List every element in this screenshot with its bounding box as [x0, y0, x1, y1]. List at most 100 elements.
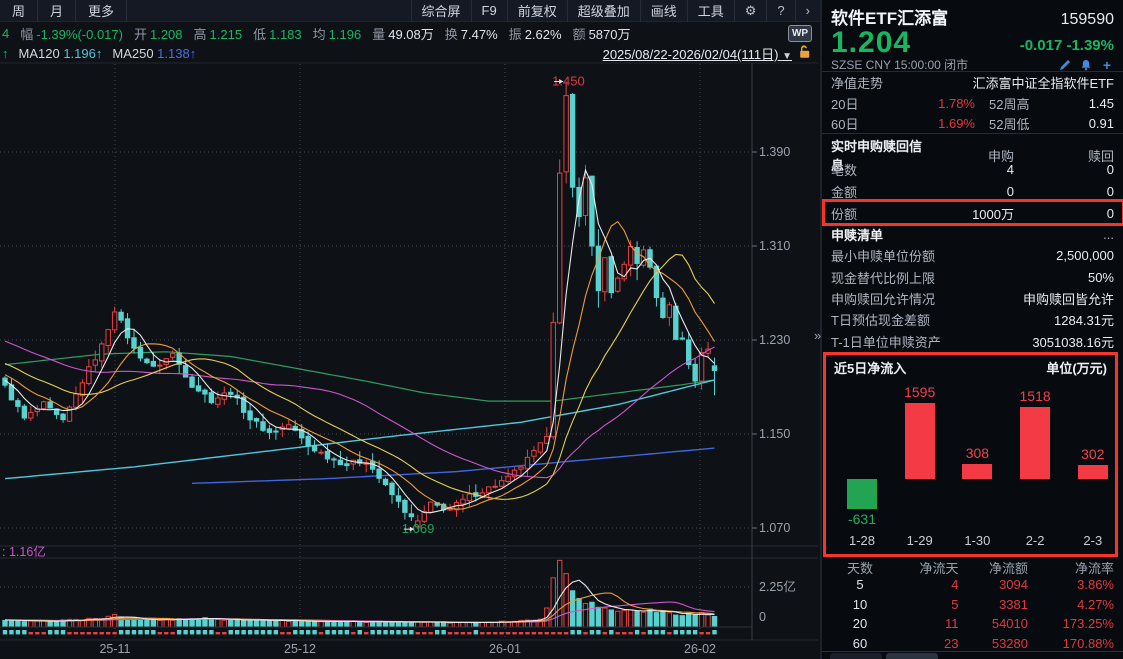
flow-cell: 3381 [959, 597, 1029, 612]
flow-cell: 60 [831, 636, 889, 651]
flow-cell: 3094 [959, 577, 1029, 592]
rt-label: 笔数 [831, 160, 922, 179]
nav-label: 20日 [831, 94, 883, 113]
help-icon[interactable]: ? [766, 0, 794, 22]
candlestick-chart[interactable]: 1.3901.3101.2301.1501.0702.25亿025-1125-1… [0, 62, 820, 659]
tab-月[interactable]: 月 [38, 0, 76, 22]
edit-icon[interactable] [1058, 58, 1072, 71]
rt-label: 份额 [831, 204, 922, 223]
list-row: 现金替代比例上限50% [822, 267, 1123, 288]
flow-table-section: 天数净流天净流额净流率 5430943.86%10533814.27%20115… [822, 558, 1123, 653]
flow-table-row: 201154010173.25% [822, 614, 1123, 634]
stock-detail-panel: » 软件ETF汇添富 159590 1.204 -0.017 -1.39% SZ… [820, 0, 1123, 659]
stat-低: 低1.183 [253, 24, 302, 43]
flow-cell: 4.27% [1028, 597, 1114, 612]
bottom-tab-partial[interactable] [830, 653, 882, 659]
flow-header: 净流率 [1028, 558, 1114, 577]
stat-量: 量49.08万 [372, 24, 434, 43]
tab-更多[interactable]: 更多 [76, 0, 127, 22]
stat-振: 振2.62% [509, 24, 562, 43]
rt-label: 金额 [831, 182, 922, 201]
flow-cell: 53280 [959, 636, 1029, 651]
gear-icon[interactable]: ⚙ [734, 0, 767, 22]
realtime-row-笔数: 笔数40 [822, 158, 1123, 180]
stat-换: 换7.47% [445, 24, 498, 43]
nav-label: 60日 [831, 114, 883, 133]
menu-item-综合屏[interactable]: 综合屏 [411, 0, 471, 22]
rt-subscribe-value: 0 [922, 184, 1014, 199]
list-row: 申购赎回允许情况申购赎回皆允许 [822, 288, 1123, 309]
more-ellipsis[interactable]: ... [1103, 227, 1114, 242]
menu-item-画线[interactable]: 画线 [640, 0, 687, 22]
flow-cell: 10 [831, 597, 889, 612]
inflow-bar [1020, 407, 1050, 479]
rt-subscribe-value: 1000万 [922, 204, 1014, 223]
stat-label: 低 [253, 27, 266, 42]
inflow-date: 1-30 [948, 533, 1006, 548]
list-value: 2,500,000 [1056, 248, 1114, 263]
stat-label: 振 [509, 27, 522, 42]
nav-value: 1.78% [883, 96, 975, 111]
stat-均: 均1.196 [313, 24, 362, 43]
period-toolbar: 周月更多 综合屏F9前复权超级叠加画线工具⚙?› [0, 0, 820, 22]
unlock-icon[interactable] [798, 44, 812, 64]
inflow-date: 2-3 [1064, 533, 1122, 548]
bell-icon[interactable] [1079, 58, 1093, 71]
bottom-tab-partial[interactable] [886, 653, 938, 659]
ma-label: MA120 [19, 46, 64, 61]
inflow-date: 2-2 [1006, 533, 1064, 548]
svg-text:25-11: 25-11 [99, 642, 130, 656]
list-label: T日预估现金差额 [831, 310, 930, 329]
menu-item-工具[interactable]: 工具 [687, 0, 734, 22]
partial-ma-arrow: ↑ [2, 46, 9, 61]
list-rows: 最小申赎单位份额2,500,000现金替代比例上限50%申购赎回允许情况申购赎回… [822, 245, 1123, 351]
toolbar-spacer [127, 0, 410, 22]
flow-table-row: 10533814.27% [822, 595, 1123, 615]
flow-cell: 5 [831, 577, 889, 592]
list-value: 3051038.16元 [1032, 332, 1114, 351]
add-icon[interactable]: + [1100, 58, 1114, 71]
more-arrow-icon[interactable]: › [795, 0, 820, 22]
nav-value2: 1.45 [1055, 96, 1114, 111]
inflow-value: 1518 [1006, 388, 1064, 404]
svg-text:26-02: 26-02 [684, 642, 716, 656]
svg-text:0: 0 [759, 610, 766, 624]
stat-value: 1.196 [329, 27, 362, 42]
partial-stat: 4 [2, 26, 9, 41]
menu-item-F9[interactable]: F9 [471, 0, 507, 22]
panel-expander-icon[interactable]: » [814, 328, 821, 343]
nav-label2: 52周高 [989, 94, 1055, 113]
stat-label: 量 [372, 27, 385, 42]
inflow-unit: 单位(万元) [1046, 358, 1107, 377]
realtime-row-份额: 份额1000万0 [822, 202, 1123, 224]
rt-redeem-value: 0 [1014, 162, 1114, 177]
chevron-down-icon: ▼ [782, 51, 792, 62]
date-range-selector[interactable]: 2025/08/22-2026/02/04(111日) ▼ [603, 44, 792, 63]
stat-value: 49.08万 [388, 27, 434, 42]
realtime-rows: 笔数40金额00份额1000万0 [822, 158, 1123, 224]
list-label: T-1日单位申赎资产 [831, 332, 941, 351]
menu-item-前复权[interactable]: 前复权 [507, 0, 567, 22]
flow-cell: 173.25% [1028, 616, 1114, 631]
svg-text:: 1.16亿: : 1.16亿 [2, 544, 46, 559]
stat-value: 2.62% [525, 27, 562, 42]
nav-value: 1.69% [883, 116, 975, 131]
svg-text:1.310: 1.310 [759, 239, 790, 253]
flow-header: 净流额 [959, 558, 1029, 577]
list-value: 申购赎回皆允许 [1023, 289, 1114, 308]
last-price: 1.204 [831, 27, 911, 59]
inflow-value: -631 [833, 511, 891, 527]
nav-title: 净值走势 [831, 73, 883, 92]
tab-周[interactable]: 周 [0, 0, 38, 22]
list-row: T-1日单位申赎资产 3051038.16元 [822, 330, 1123, 351]
wp-badge[interactable]: WP [788, 25, 812, 42]
rt-subscribe-value: 4 [922, 162, 1014, 177]
stat-开: 开1.208 [134, 24, 183, 43]
menu-item-超级叠加[interactable]: 超级叠加 [567, 0, 640, 22]
stat-value: 1.183 [269, 27, 302, 42]
inflow-date: 1-29 [891, 533, 949, 548]
flow-header: 天数 [831, 558, 889, 577]
divider [822, 651, 1123, 652]
ma-value: 1.196↑ [63, 46, 102, 61]
stat-label: 开 [134, 27, 147, 42]
